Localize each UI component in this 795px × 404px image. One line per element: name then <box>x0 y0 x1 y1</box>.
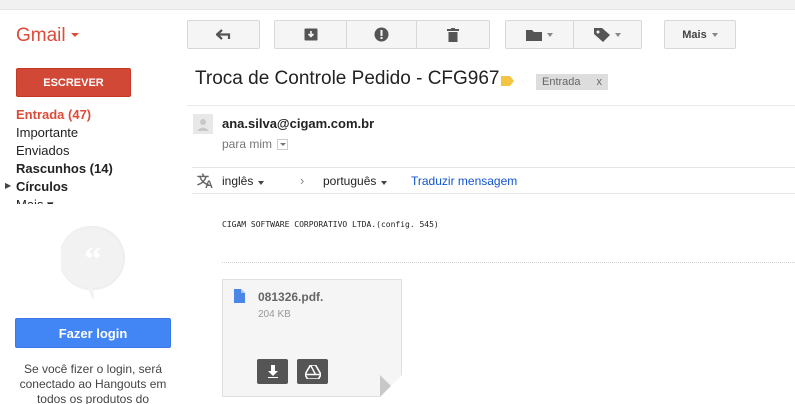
recipient-line: para mim <box>222 137 289 151</box>
source-language-select[interactable]: inglês <box>222 174 265 188</box>
translate-message-link[interactable]: Traduzir mensagem <box>411 174 517 188</box>
back-arrow-icon <box>215 28 230 40</box>
gmail-brand-label: Gmail <box>16 25 66 46</box>
show-details-button[interactable] <box>277 138 289 150</box>
svg-text:“: “ <box>85 241 102 278</box>
source-language-label: inglês <box>222 174 254 188</box>
page-curl-cut <box>380 375 402 397</box>
attachment-size: 204 KB <box>258 309 291 320</box>
message-subject: Troca de Controle Pedido - CFG967 <box>195 68 500 89</box>
hangouts-login-text: Se você fizer o login, será conectado ao… <box>19 362 167 404</box>
attachment-divider <box>222 262 795 263</box>
sidebar-item-sent[interactable]: Enviados <box>16 142 176 160</box>
more-caret-icon <box>711 32 718 37</box>
gmail-menu[interactable]: Gmail <box>16 25 79 47</box>
move-caret-icon <box>547 32 553 37</box>
remove-label-button[interactable]: x <box>597 76 603 88</box>
more-label: Mais <box>682 28 707 41</box>
message-body: CIGAM SOFTWARE CORPORATIVO LTDA.(config.… <box>222 220 439 229</box>
sender-email[interactable]: ana.silva@cigam.com.br <box>222 116 374 131</box>
archive-icon <box>304 28 317 41</box>
avatar-person-icon <box>197 119 209 131</box>
source-language-caret-icon <box>258 181 265 185</box>
target-language-caret-icon <box>381 181 388 185</box>
sidebar-item-important[interactable]: Importante <box>16 124 176 142</box>
label-chip-inbox: Entrada x <box>536 74 609 90</box>
label-chip-text[interactable]: Entrada <box>542 76 581 88</box>
hangouts-logo-icon: “ <box>61 226 125 300</box>
organize-button-group <box>505 20 642 49</box>
sidebar-item-circles[interactable]: Círculos <box>16 178 176 196</box>
details-caret-icon <box>279 142 286 146</box>
header-divider <box>187 105 795 106</box>
attachment-card[interactable]: 081326.pdf. 204 KB <box>222 279 402 397</box>
translate-bar: 文A inglês › português Traduzir mensagem <box>192 167 795 194</box>
important-marker-icon[interactable] <box>501 76 514 86</box>
circles-expand-icon[interactable]: ▶ <box>5 181 11 190</box>
archive-button[interactable] <box>274 20 347 49</box>
compose-button[interactable]: ESCREVER <box>16 68 131 97</box>
spam-icon <box>374 27 389 42</box>
translate-icon: 文A <box>197 173 213 191</box>
tag-icon <box>594 27 610 42</box>
target-language-select[interactable]: português <box>323 174 388 188</box>
folder-icon <box>526 29 542 41</box>
save-to-drive-button[interactable] <box>297 359 328 384</box>
translate-arrow-icon: › <box>300 173 305 188</box>
attachment-name: 081326.pdf. <box>258 290 324 304</box>
action-button-group <box>274 20 490 49</box>
target-language-label: português <box>323 174 377 188</box>
more-button[interactable]: Mais <box>664 20 736 49</box>
sidebar-nav: Entrada (47) Importante Enviados Rascunh… <box>16 106 176 204</box>
download-icon <box>267 365 278 378</box>
labels-caret-icon <box>615 32 621 37</box>
document-icon <box>234 289 245 303</box>
trash-icon <box>447 27 459 42</box>
labels-button[interactable] <box>574 20 642 49</box>
avatar <box>193 114 213 134</box>
delete-button[interactable] <box>417 20 490 49</box>
back-button[interactable] <box>187 20 260 49</box>
sidebar-item-more[interactable]: Mais ▾ <box>16 196 176 204</box>
drive-icon <box>304 364 321 379</box>
sidebar-item-inbox[interactable]: Entrada (47) <box>16 106 176 124</box>
move-to-button[interactable] <box>505 20 574 49</box>
download-button[interactable] <box>257 359 288 384</box>
brand-caret-icon <box>70 33 79 37</box>
sidebar-item-drafts[interactable]: Rascunhos (14) <box>16 160 176 178</box>
hangouts-login-button[interactable]: Fazer login <box>15 318 171 348</box>
report-spam-button[interactable] <box>347 20 417 49</box>
recipient-text: para mim <box>222 137 273 151</box>
top-strip <box>0 0 795 10</box>
